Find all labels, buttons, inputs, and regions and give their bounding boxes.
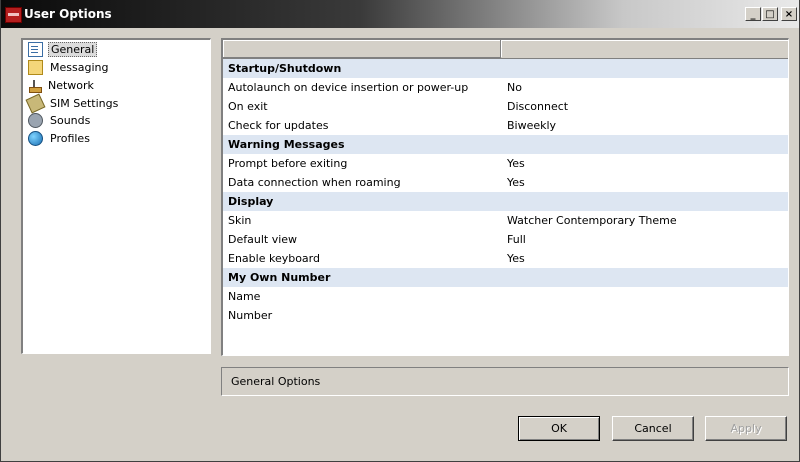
section-title: My Own Number (228, 271, 331, 284)
option-name: Skin (228, 214, 252, 227)
option-name: Enable keyboard (228, 252, 320, 265)
column-header-name[interactable] (223, 40, 501, 58)
options-grid: Startup/Shutdown Autolaunch on device in… (221, 38, 789, 356)
option-value[interactable]: Full (507, 230, 526, 249)
option-name: Autolaunch on device insertion or power-… (228, 81, 469, 94)
section-header[interactable]: My Own Number (223, 268, 788, 287)
tree-item-network[interactable]: Network (28, 77, 96, 95)
speaker-icon (28, 112, 43, 128)
table-row[interactable]: Name (223, 287, 788, 306)
option-name: Name (228, 290, 261, 303)
grid-header (223, 40, 788, 59)
table-row[interactable]: Check for updates Biweekly (223, 116, 788, 135)
maximize-icon[interactable]: □ (762, 7, 778, 21)
section-header[interactable]: Display (223, 192, 788, 211)
option-value[interactable]: Biweekly (507, 116, 556, 135)
tree-item-label: Profiles (50, 132, 90, 145)
option-name: Number (228, 309, 273, 322)
option-value[interactable]: Yes (507, 249, 525, 268)
table-row[interactable]: Enable keyboard Yes (223, 249, 788, 268)
tree-item-label: SIM Settings (50, 97, 119, 110)
option-value[interactable]: Watcher Contemporary Theme (507, 211, 677, 230)
option-name: Default view (228, 233, 298, 246)
app-icon (5, 7, 22, 23)
section-header[interactable]: Warning Messages (223, 135, 788, 154)
sim-card-icon (25, 93, 46, 113)
globe-icon (28, 130, 43, 146)
table-row[interactable]: Autolaunch on device insertion or power-… (223, 78, 788, 97)
envelope-icon (28, 59, 43, 75)
tree-item-messaging[interactable]: Messaging (28, 59, 110, 77)
section-header[interactable]: Startup/Shutdown (223, 59, 788, 78)
tree-item-label: General (48, 42, 98, 57)
option-name: On exit (228, 100, 268, 113)
option-value[interactable]: Yes (507, 173, 525, 192)
apply-button[interactable]: Apply (705, 416, 787, 441)
tree-item-label: Sounds (50, 114, 91, 127)
option-name: Data connection when roaming (228, 176, 401, 189)
section-title: Startup/Shutdown (228, 62, 342, 75)
option-value[interactable]: Disconnect (507, 97, 568, 116)
general-page-icon (28, 41, 43, 57)
option-value[interactable]: Yes (507, 154, 525, 173)
option-name: Prompt before exiting (228, 157, 348, 170)
category-tree: General Messaging Network SIM Settings S… (21, 38, 211, 354)
tree-item-label: Network (48, 79, 94, 92)
tree-item-label: Messaging (50, 61, 109, 74)
table-row[interactable]: On exit Disconnect (223, 97, 788, 116)
table-row[interactable]: Data connection when roaming Yes (223, 173, 788, 192)
tree-item-profiles[interactable]: Profiles (28, 130, 92, 148)
table-row[interactable]: Prompt before exiting Yes (223, 154, 788, 173)
title-bar[interactable]: User Options _ □ × (1, 0, 799, 28)
table-row[interactable]: Number (223, 306, 788, 325)
table-row[interactable]: Skin Watcher Contemporary Theme (223, 211, 788, 230)
network-icon (28, 79, 42, 93)
window-title: User Options (24, 7, 112, 21)
table-row[interactable]: Default view Full (223, 230, 788, 249)
ok-button[interactable]: OK (518, 416, 600, 441)
close-icon[interactable]: × (781, 7, 797, 21)
section-title: Warning Messages (228, 138, 345, 151)
cancel-button[interactable]: Cancel (612, 416, 694, 441)
option-name: Check for updates (228, 119, 329, 132)
tree-item-general[interactable]: General (28, 41, 98, 59)
minimize-icon[interactable]: _ (745, 7, 761, 21)
tree-item-sounds[interactable]: Sounds (28, 112, 92, 130)
column-header-value[interactable] (501, 40, 788, 57)
description-panel: General Options (221, 367, 789, 396)
section-title: Display (228, 195, 274, 208)
option-value[interactable]: No (507, 78, 522, 97)
user-options-window: User Options _ □ × General Messaging Net… (0, 0, 800, 462)
tree-item-sim-settings[interactable]: SIM Settings (25, 93, 120, 113)
